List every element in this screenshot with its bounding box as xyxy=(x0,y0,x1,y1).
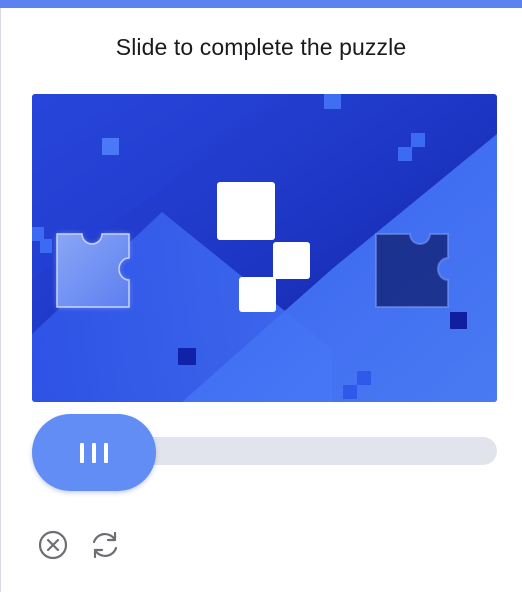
captcha-title: Slide to complete the puzzle xyxy=(115,34,407,60)
captcha-dialog: Slide to complete the puzzle xyxy=(0,0,522,592)
close-circle-icon xyxy=(37,528,71,562)
top-accent-bar xyxy=(0,0,522,8)
dialog-border xyxy=(0,8,1,592)
grip-lines-icon xyxy=(92,443,96,463)
refresh-icon xyxy=(88,528,122,562)
grip-lines-icon xyxy=(80,443,84,463)
close-button[interactable] xyxy=(37,528,71,562)
grip-lines-icon xyxy=(104,443,108,463)
puzzle-image xyxy=(32,94,497,402)
slider-handle[interactable] xyxy=(32,414,156,491)
refresh-button[interactable] xyxy=(88,528,122,562)
